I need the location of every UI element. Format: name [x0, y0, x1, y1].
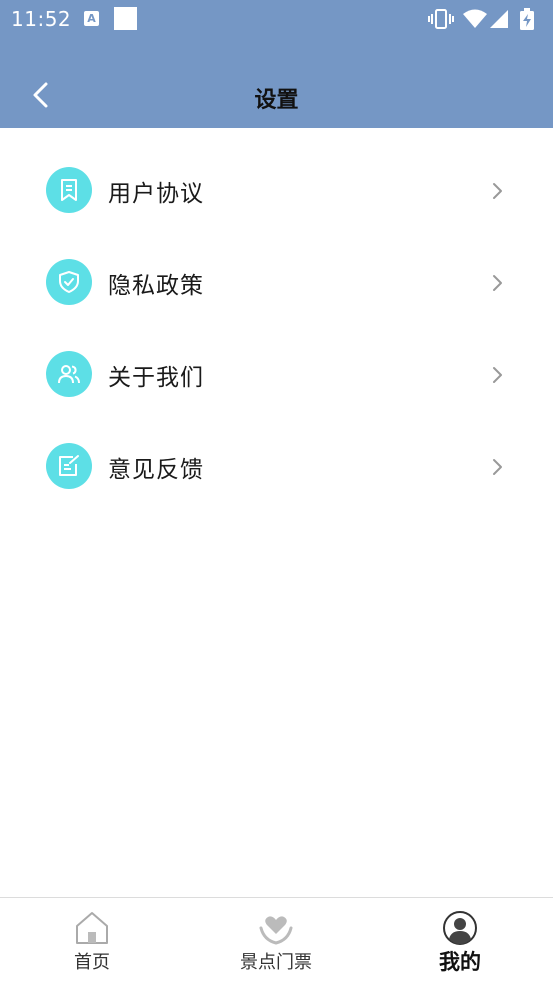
- chevron-right-icon: [493, 275, 502, 291]
- battery-charging-icon: [520, 8, 534, 30]
- shield-check-icon: [46, 259, 92, 305]
- wifi-icon: [463, 9, 487, 28]
- menu-item-feedback[interactable]: 意见反馈: [0, 427, 553, 507]
- menu-item-label: 用户协议: [108, 181, 204, 207]
- tab-tickets[interactable]: 景点门票: [184, 898, 368, 984]
- app-bar: 设置: [0, 38, 553, 128]
- square-notification-icon: [114, 7, 137, 30]
- chevron-right-icon: [493, 367, 502, 383]
- menu-item-user-agreement[interactable]: 用户协议: [0, 151, 553, 231]
- menu-item-privacy-policy[interactable]: 隐私政策: [0, 243, 553, 323]
- status-time: 11:52: [11, 7, 72, 31]
- tab-label: 景点门票: [240, 952, 312, 973]
- menu-item-label: 意见反馈: [108, 457, 204, 483]
- menu-item-label: 隐私政策: [108, 273, 204, 299]
- chevron-right-icon: [493, 183, 502, 199]
- bottom-tab-bar: 首页 景点门票 我的: [0, 897, 553, 984]
- menu-item-about-us[interactable]: 关于我们: [0, 335, 553, 415]
- edit-note-icon: [46, 443, 92, 489]
- a-notification-icon: A: [84, 11, 99, 26]
- users-icon: [46, 351, 92, 397]
- heart-hand-icon: [259, 916, 293, 945]
- page-title: 设置: [254, 88, 299, 113]
- profile-icon: [443, 911, 477, 945]
- chevron-right-icon: [493, 459, 502, 475]
- tab-label: 首页: [74, 952, 110, 973]
- bookmark-doc-icon: [46, 167, 92, 213]
- signal-icon: [490, 10, 508, 28]
- tab-label: 我的: [439, 950, 481, 974]
- tab-home[interactable]: 首页: [0, 898, 184, 984]
- home-icon: [76, 912, 108, 944]
- vibrate-icon: [428, 9, 454, 29]
- menu-item-label: 关于我们: [108, 365, 204, 391]
- tab-mine[interactable]: 我的: [368, 898, 552, 984]
- status-bar: 11:52 A: [0, 0, 553, 38]
